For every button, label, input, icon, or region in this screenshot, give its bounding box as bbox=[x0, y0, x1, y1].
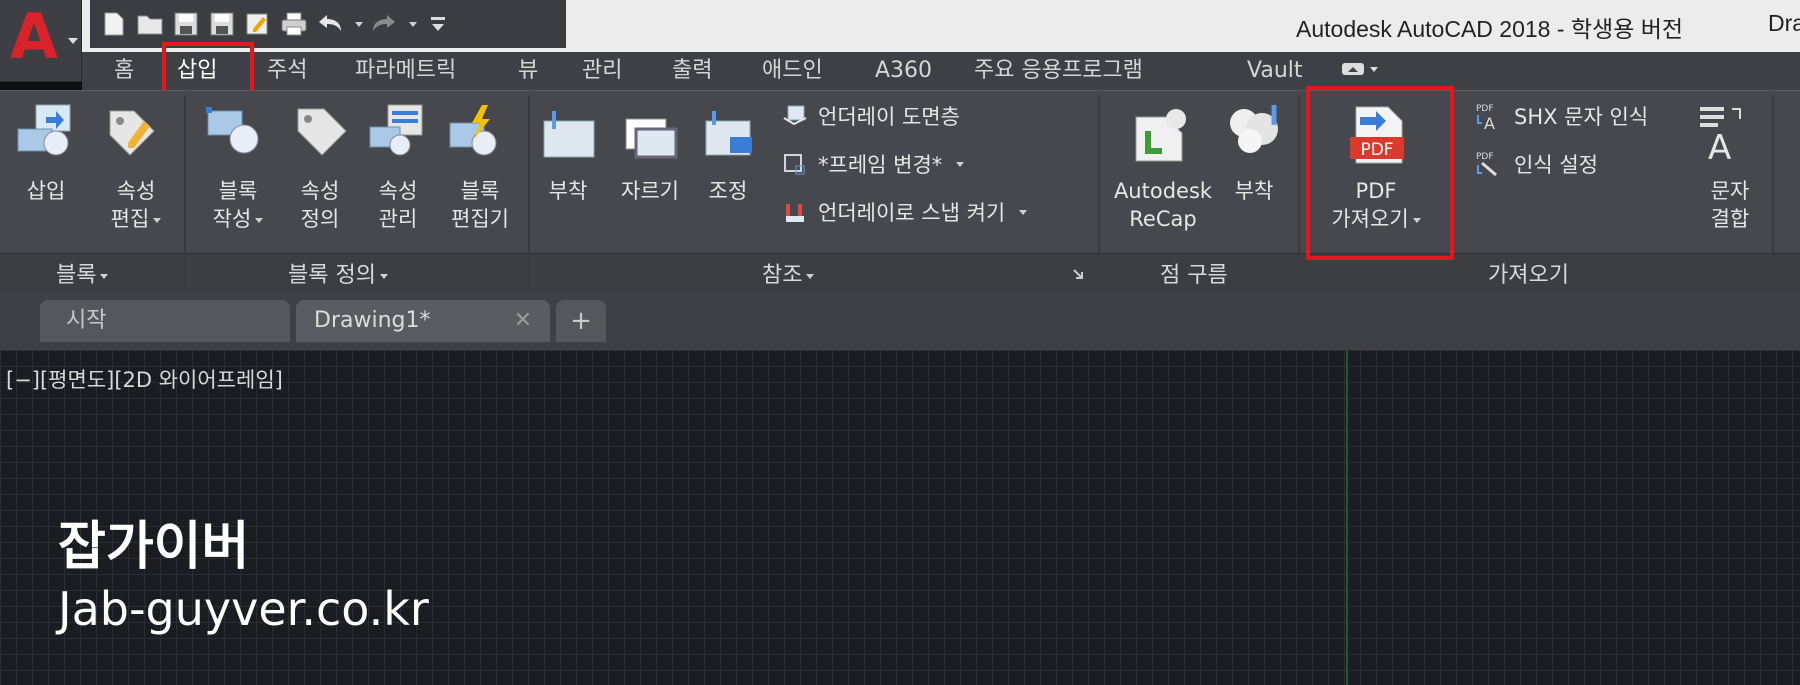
tab-view[interactable]: 뷰 bbox=[518, 56, 538, 86]
svg-text:A: A bbox=[1708, 128, 1731, 163]
insert-button[interactable]: 삽입 bbox=[18, 177, 74, 205]
tab-featured-apps[interactable]: 주요 응용프로그램 bbox=[974, 56, 1143, 86]
autodesk-recap-icon[interactable] bbox=[1130, 105, 1190, 167]
watermark-url: Jab-guyver.co.kr bbox=[58, 582, 429, 636]
tab-manage[interactable]: 관리 bbox=[582, 56, 622, 86]
insert-block-icon[interactable] bbox=[14, 103, 76, 163]
quick-access-toolbar bbox=[90, 0, 566, 48]
doc-tab-drawing1[interactable]: Drawing1* ✕ bbox=[296, 300, 550, 342]
create-block-button[interactable]: 블록 작성 bbox=[200, 177, 276, 233]
edit-attribute-button[interactable]: 속성 편집 bbox=[98, 177, 174, 233]
doc-tab-start[interactable]: 시작 bbox=[40, 300, 290, 342]
chevron-down-icon bbox=[68, 38, 78, 44]
block-editor-icon[interactable] bbox=[446, 103, 508, 163]
tab-a360[interactable]: A360 bbox=[875, 56, 932, 86]
frames-vary-button[interactable]: *프레임 변경* bbox=[782, 149, 965, 179]
panel-title-import[interactable]: 가져오기 bbox=[1488, 257, 1569, 289]
adjust-button[interactable]: 조정 bbox=[700, 177, 756, 205]
redo-dropdown-icon[interactable] bbox=[404, 8, 418, 40]
point-cloud-attach-button[interactable]: 부착 bbox=[1226, 177, 1282, 205]
document-tab-bar: 시작 Drawing1* ✕ + bbox=[0, 290, 1800, 350]
plus-icon: + bbox=[570, 306, 592, 336]
panel-separator bbox=[1298, 95, 1300, 287]
define-attribute-icon[interactable] bbox=[290, 103, 352, 163]
point-cloud-attach-icon[interactable] bbox=[1224, 101, 1286, 165]
edit-icon[interactable] bbox=[242, 8, 274, 40]
undo-icon[interactable] bbox=[314, 8, 346, 40]
manage-attributes-icon[interactable] bbox=[366, 103, 428, 163]
svg-text:A: A bbox=[1484, 114, 1495, 131]
snap-icon bbox=[786, 204, 804, 222]
attach-reference-icon[interactable] bbox=[540, 109, 598, 165]
panel-title-block[interactable]: 블록 bbox=[56, 257, 109, 289]
shx-text-recognition-button[interactable]: PDF A SHX 문자 인식 bbox=[1474, 101, 1648, 131]
print-icon[interactable] bbox=[278, 8, 310, 40]
define-attribute-button[interactable]: 속성 정의 bbox=[292, 177, 348, 233]
create-block-icon[interactable] bbox=[204, 103, 266, 163]
snap-to-underlays-button[interactable]: 언더레이로 스냅 켜기 bbox=[782, 197, 1028, 227]
recognition-settings-button[interactable]: PDF 인식 설정 bbox=[1474, 149, 1598, 179]
manage-attributes-button[interactable]: 속성 관리 bbox=[370, 177, 426, 233]
ribbon-panel-area: 삽입 속성 편집 블록 블록 작성 속성 정의 속성 관리 블록 편집기 블록 … bbox=[0, 90, 1800, 291]
svg-text:PDF: PDF bbox=[1476, 152, 1494, 162]
y-axis-line bbox=[1346, 350, 1348, 685]
tab-addins[interactable]: 애드인 bbox=[762, 56, 823, 86]
tab-output[interactable]: 출력 bbox=[672, 56, 712, 86]
attach-button[interactable]: 부착 bbox=[540, 177, 596, 205]
panel-title-point-cloud[interactable]: 점 구름 bbox=[1160, 257, 1228, 289]
tab-annotate[interactable]: 주석 bbox=[267, 56, 307, 86]
customize-icon[interactable] bbox=[422, 8, 454, 40]
combine-text-icon[interactable]: A bbox=[1696, 103, 1746, 168]
underlay-layers-icon bbox=[783, 105, 807, 126]
autodesk-recap-button[interactable]: Autodesk ReCap bbox=[1102, 177, 1224, 233]
adjust-icon[interactable] bbox=[702, 109, 760, 165]
panel-launcher-icon[interactable] bbox=[1072, 265, 1084, 284]
tab-home[interactable]: 홈 bbox=[114, 56, 134, 86]
save-as-icon[interactable] bbox=[206, 8, 238, 40]
window-title: Autodesk AutoCAD 2018 - 학생용 버전 bbox=[1296, 16, 1684, 42]
redo-icon[interactable] bbox=[368, 8, 400, 40]
tab-vault[interactable]: Vault bbox=[1247, 56, 1303, 86]
open-icon[interactable] bbox=[134, 8, 166, 40]
window-title-overflow: Dra bbox=[1768, 10, 1800, 36]
underlay-layers-button[interactable]: 언더레이 도면층 bbox=[782, 101, 960, 131]
tab-parametric[interactable]: 파라메트릭 bbox=[355, 56, 456, 86]
block-editor-button[interactable]: 블록 편집기 bbox=[442, 177, 518, 233]
new-tab-button[interactable]: + bbox=[556, 300, 606, 342]
recognition-settings-icon: PDF bbox=[1476, 152, 1497, 177]
ribbon-display-toggle-icon[interactable] bbox=[1340, 58, 1380, 88]
panel-separator bbox=[184, 95, 186, 287]
autocad-logo-icon: A bbox=[10, 0, 58, 73]
shx-recognize-icon: PDFA bbox=[1476, 104, 1495, 131]
combine-text-button[interactable]: 문자 결합 bbox=[1702, 177, 1758, 233]
undo-dropdown-icon[interactable] bbox=[350, 8, 364, 40]
clip-button[interactable]: 자르기 bbox=[612, 177, 688, 205]
panel-separator bbox=[528, 95, 530, 287]
panel-separator bbox=[1098, 95, 1100, 287]
svg-text:PDF: PDF bbox=[1476, 104, 1494, 114]
edit-attribute-icon[interactable] bbox=[100, 103, 162, 163]
panel-title-block-definition[interactable]: 블록 정의 bbox=[288, 257, 388, 289]
new-icon[interactable] bbox=[98, 8, 130, 40]
application-menu-button[interactable]: A bbox=[0, 0, 82, 82]
viewport-controls[interactable]: [−][평면도][2D 와이어프레임] bbox=[6, 364, 283, 394]
panel-title-reference[interactable]: 참조 bbox=[762, 257, 815, 289]
title-bar: Autodesk AutoCAD 2018 - 학생용 버전 Dra bbox=[0, 0, 1800, 52]
watermark-title: 잡가이버 bbox=[58, 517, 250, 577]
frame-icon bbox=[784, 154, 805, 175]
save-icon[interactable] bbox=[170, 8, 202, 40]
ribbon-tab-strip: 홈 삽입 주석 파라메트릭 뷰 관리 출력 애드인 A360 주요 응용프로그램… bbox=[82, 52, 1800, 90]
clip-icon[interactable] bbox=[622, 109, 680, 165]
pdf-import-highlight bbox=[1306, 86, 1454, 260]
panel-separator bbox=[1772, 95, 1774, 287]
close-icon[interactable]: ✕ bbox=[514, 300, 532, 342]
